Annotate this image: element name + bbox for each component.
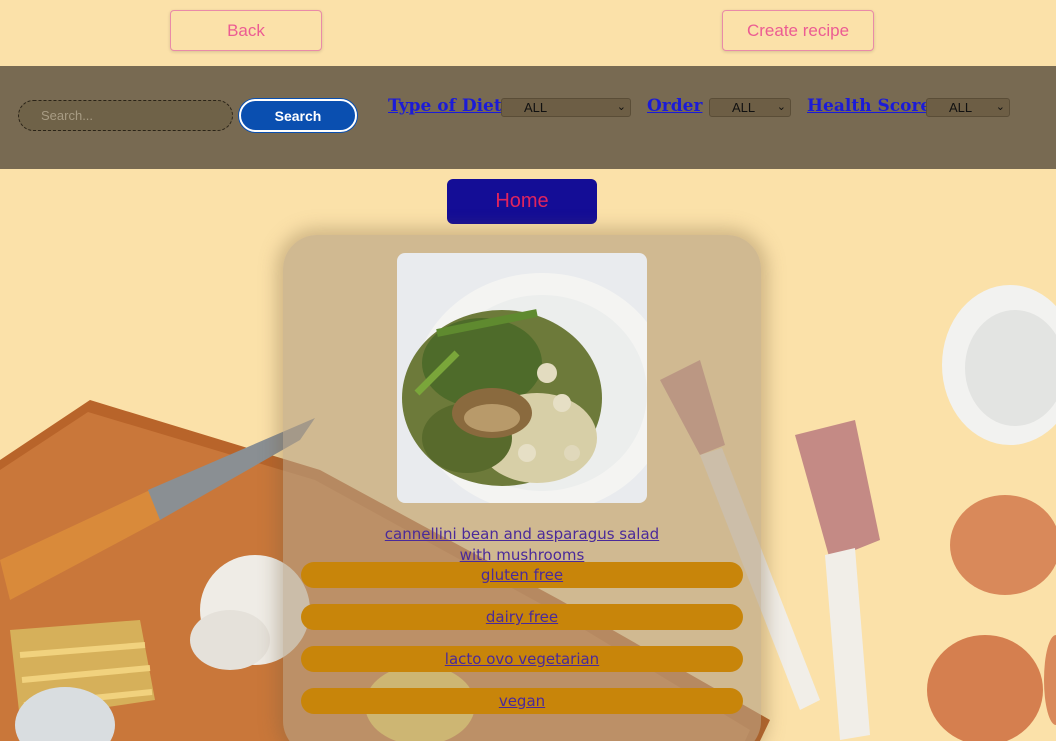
health-score-filter-select[interactable]: ALL ⌄: [926, 98, 1010, 117]
diet-tag: dairy free: [301, 604, 743, 630]
top-nav-bar: Back Create recipe: [0, 0, 1056, 66]
chevron-down-icon: ⌄: [776, 101, 786, 113]
diet-tag: gluten free: [301, 562, 743, 588]
back-button[interactable]: Back: [170, 10, 322, 51]
health-score-filter-label[interactable]: Health Score: [807, 96, 931, 116]
recipe-image[interactable]: [397, 253, 647, 503]
chevron-down-icon: ⌄: [995, 101, 1005, 113]
health-score-filter-value: ALL: [949, 100, 973, 115]
search-button[interactable]: Search: [239, 99, 357, 132]
diet-tag: vegan: [301, 688, 743, 714]
order-filter-select[interactable]: ALL ⌄: [709, 98, 791, 117]
diet-filter-value: ALL: [524, 100, 548, 115]
order-filter-value: ALL: [732, 100, 756, 115]
search-input[interactable]: [18, 100, 233, 131]
order-filter-label[interactable]: Order: [647, 96, 702, 116]
diet-tag: lacto ovo vegetarian: [301, 646, 743, 672]
chevron-down-icon: ⌄: [616, 101, 626, 113]
diet-filter-label[interactable]: Type of Diet: [388, 96, 502, 116]
create-recipe-button[interactable]: Create recipe: [722, 10, 874, 51]
recipe-title-link[interactable]: cannellini bean and asparagus salad with…: [372, 524, 672, 566]
diet-filter-select[interactable]: ALL ⌄: [501, 98, 631, 117]
home-button[interactable]: Home: [447, 179, 597, 224]
